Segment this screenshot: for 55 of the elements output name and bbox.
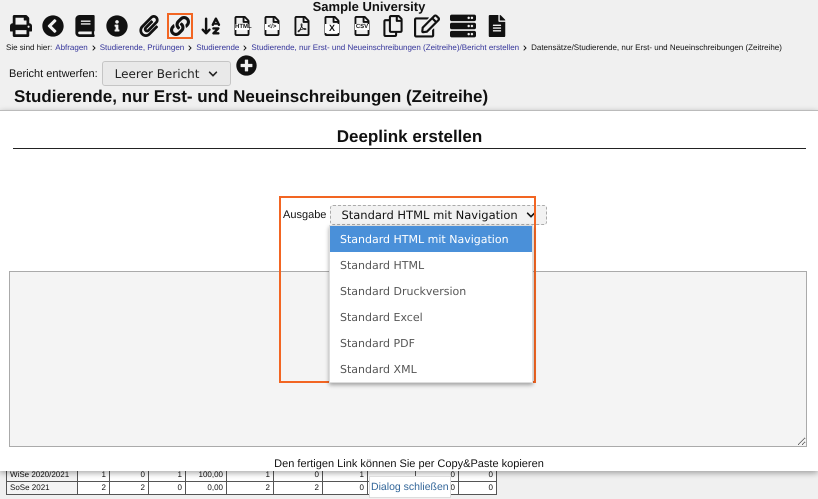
chevron-icon	[208, 68, 218, 78]
copy-icon	[382, 15, 404, 37]
chevron-icon	[90, 44, 97, 50]
page-title: Studierende, nur Erst- und Neueinschreibungen (Zeitreihe)	[14, 87, 490, 107]
file-icon	[262, 16, 282, 36]
table-cell: 0	[458, 482, 496, 494]
breadcrumb-link[interactable]: Studierende	[196, 43, 240, 52]
breadcrumb-prefix: Sie sind hier:	[6, 43, 52, 52]
breadcrumb-link[interactable]: Studierende, nur Erst- und Neueinschreibungen (Zeitreihe)/Bericht erstellen	[251, 43, 520, 52]
link-icon	[170, 16, 190, 36]
paperclip-icon	[138, 15, 160, 37]
book-icon	[74, 15, 96, 37]
dropdown-option[interactable]: Standard PDF	[330, 330, 532, 356]
table-cell: 2	[110, 482, 148, 494]
output-label: Ausgabe	[283, 209, 326, 221]
document-icon	[486, 15, 508, 37]
chevron-icon	[242, 44, 248, 50]
chevron-icon	[522, 44, 528, 50]
breadcrumb-current: Datensätze/Studierende, nur Erst- und Neueinschreibungen (Zeitreihe)	[531, 43, 782, 52]
dialog-title: Deeplink erstellen	[13, 127, 806, 149]
table-cell: 0,00	[186, 482, 226, 494]
table-cell: 2	[274, 482, 322, 494]
edit-icon	[414, 13, 440, 39]
university-title: Sample University	[312, 0, 426, 12]
dropdown-option[interactable]: Standard Druckversion	[330, 278, 532, 304]
close-dialog-button[interactable]: Dialog schließen	[369, 476, 451, 498]
list-icon	[450, 13, 476, 39]
sort-icon	[200, 15, 222, 37]
add-icon[interactable]	[236, 55, 256, 76]
toolbar-button[interactable]	[411, 13, 443, 39]
table-cell: 2	[226, 482, 274, 494]
table-cell: 0	[322, 482, 368, 494]
chevron-icon	[526, 210, 536, 220]
info-icon	[106, 15, 128, 37]
dropdown-option[interactable]: Standard HTML	[330, 252, 532, 278]
table-cell: 0	[148, 482, 186, 494]
file-icon	[352, 16, 372, 36]
dropdown-option[interactable]: Standard Excel	[330, 304, 532, 330]
print-icon	[10, 15, 32, 37]
report-label: Bericht entwerfen:	[9, 68, 98, 80]
toolbar-button[interactable]	[447, 13, 479, 39]
file-type-label: X	[325, 24, 339, 33]
hint-text: Den fertigen Link können Sie per Copy&Paste kopieren	[273, 458, 545, 470]
chevron-icon	[187, 44, 194, 50]
output-select[interactable]: Standard HTML mit Navigation	[330, 205, 547, 225]
toolbar-button[interactable]	[7, 13, 35, 39]
report-dropdown[interactable]: Leerer Bericht	[102, 61, 230, 86]
toolbar-button[interactable]	[167, 13, 193, 39]
breadcrumb-link[interactable]: Studierende, Prüfungen	[100, 43, 184, 52]
toolbar-button[interactable]: X	[319, 13, 345, 39]
breadcrumb-link[interactable]: Abfragen	[55, 43, 88, 52]
dropdown-option[interactable]: Standard XML	[330, 356, 532, 382]
back-icon	[42, 15, 64, 37]
table-cell: SoSe 2021	[6, 482, 78, 494]
pdf-file-icon	[292, 16, 312, 36]
